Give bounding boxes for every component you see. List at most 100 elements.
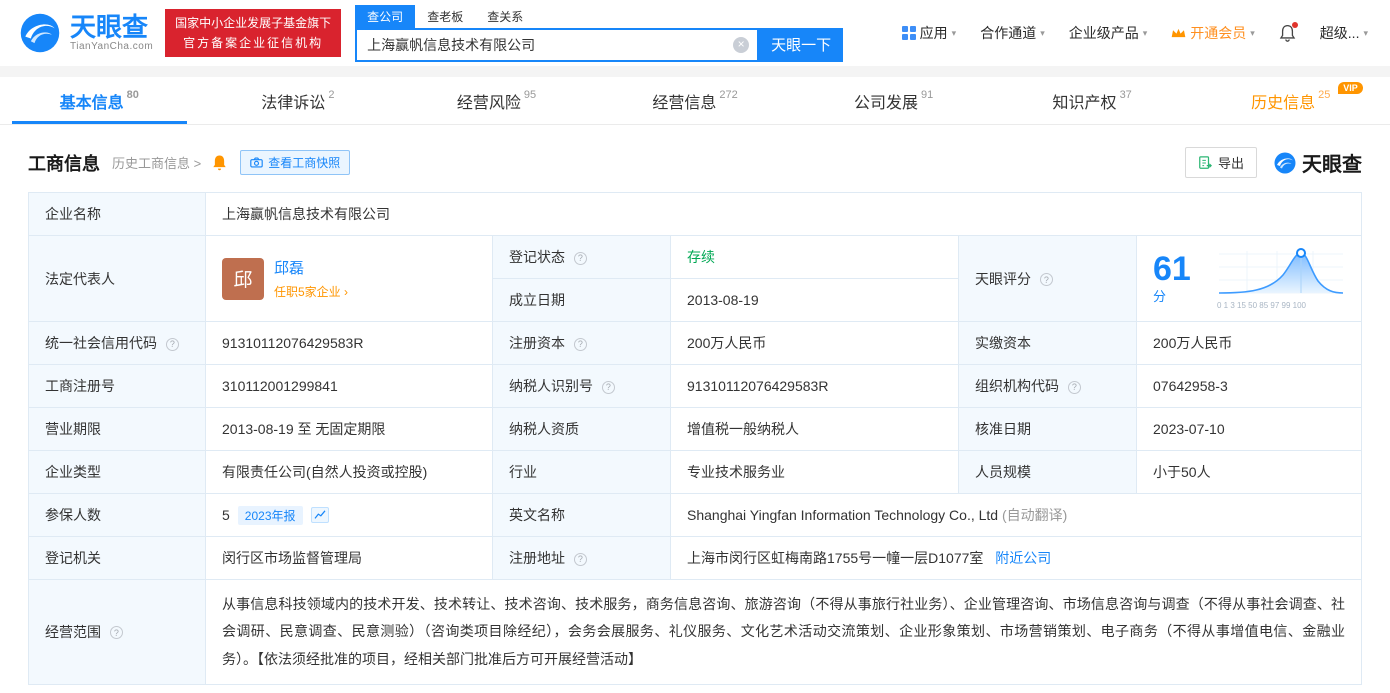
value-org-code: 07642958-3	[1136, 364, 1362, 408]
tianyancha-logo[interactable]: 天眼查 TianYanCha.com	[18, 11, 153, 55]
field-label: 营业期限	[45, 421, 101, 437]
nav-open-membership-label: 开通会员	[1190, 25, 1247, 41]
chevron-right-icon: >	[193, 156, 202, 171]
nav-user-label: 超级...	[1319, 25, 1360, 41]
snapshot-button[interactable]: 查看工商快照	[240, 150, 351, 175]
tab-label: 公司发展	[853, 94, 918, 112]
search-input[interactable]	[367, 36, 734, 53]
legal-rep-note-label: 任职5家企业	[274, 285, 341, 299]
tab-history-info[interactable]: VIP 历史信息 25	[1191, 77, 1390, 124]
field-label: 核准日期	[975, 421, 1031, 437]
nearby-companies-link[interactable]: 附近公司	[995, 550, 1051, 566]
value-company-name: 上海赢帆信息技术有限公司	[205, 192, 1362, 236]
search-tabs: 查公司 查老板 查关系	[355, 4, 843, 28]
search-block: 查公司 查老板 查关系 × 天眼一下	[355, 4, 844, 62]
tab-label: 经营信息	[652, 94, 717, 112]
search-tab-relation[interactable]: 查关系	[475, 5, 535, 28]
help-icon[interactable]: ?	[1067, 380, 1081, 394]
export-button[interactable]: 导出	[1184, 147, 1257, 178]
score-value: 61	[1153, 250, 1191, 288]
tab-intellectual-property[interactable]: 知识产权 37	[993, 77, 1192, 124]
value-reg-status: 存续	[670, 235, 959, 279]
help-icon[interactable]: ?	[573, 251, 587, 265]
legal-rep-avatar[interactable]: 邱	[222, 257, 264, 300]
help-icon[interactable]: ?	[573, 337, 587, 351]
header-separator	[0, 66, 1390, 77]
label-paid-capital: 实缴资本	[958, 321, 1137, 365]
chevron-down-icon: ▾	[1040, 27, 1045, 38]
table-row: 营业期限 2013-08-19 至 无固定期限 纳税人资质 增值税一般纳税人 核…	[28, 407, 1362, 451]
tab-label: 法律诉讼	[261, 94, 326, 112]
export-icon	[1199, 155, 1212, 169]
field-label: 登记状态	[509, 249, 565, 265]
brand-watermark-label: 天眼查	[1302, 154, 1362, 176]
tab-label: 历史信息	[1251, 94, 1316, 112]
section-title: 工商信息	[28, 153, 100, 174]
tab-count: 2	[328, 88, 335, 101]
value-taxpayer-quality: 增值税一般纳税人	[670, 407, 959, 451]
clear-icon[interactable]: ×	[733, 36, 750, 53]
vip-badge: VIP	[1338, 82, 1363, 94]
line-chart-icon	[314, 510, 325, 519]
label-company-name: 企业名称	[28, 192, 206, 236]
value-establish-date: 2013-08-19	[670, 278, 959, 322]
table-row: 经营范围 ? 从事信息科技领域内的技术开发、技术转让、技术咨询、技术服务，商务信…	[28, 579, 1362, 685]
label-english-name: 英文名称	[492, 493, 671, 537]
table-row: 企业名称 上海赢帆信息技术有限公司	[28, 192, 1362, 236]
chevron-down-icon: ▾	[1142, 27, 1148, 38]
score-chart[interactable]: 0 1 3 15 50 85 97 99 100	[1217, 247, 1345, 310]
logo-domain: TianYanCha.com	[70, 41, 154, 53]
search-tab-boss[interactable]: 查老板	[415, 5, 475, 28]
value-english-name: Shanghai Yingfan Information Technology …	[670, 493, 1362, 537]
label-reg-authority: 登记机关	[28, 536, 206, 580]
business-info-table: 企业名称 上海赢帆信息技术有限公司 法定代表人 邱 邱磊 任职5家企业 › 登记…	[28, 192, 1362, 685]
annual-report-tag[interactable]: 2023年报	[237, 505, 303, 525]
notification-dot	[1291, 22, 1298, 28]
table-row: 法定代表人 邱 邱磊 任职5家企业 › 登记状态 ? 存续 天眼评分 ? 61 …	[28, 235, 1362, 322]
monitor-bell-button[interactable]	[211, 154, 228, 171]
label-credit-code: 统一社会信用代码 ?	[28, 321, 206, 365]
help-icon[interactable]: ?	[165, 337, 179, 351]
search-tab-company[interactable]: 查公司	[355, 4, 416, 28]
nav-partnership-label: 合作通道	[980, 25, 1037, 41]
help-icon[interactable]: ?	[573, 552, 587, 566]
label-reg-status: 登记状态 ?	[492, 235, 671, 279]
tab-label: 经营风险	[456, 94, 521, 112]
nav-enterprise-products[interactable]: 企业级产品 ▾	[1069, 23, 1148, 43]
tab-legal-litigation[interactable]: 法律诉讼 2	[199, 77, 398, 124]
tab-business-info[interactable]: 经营信息 272	[596, 77, 795, 124]
nav-partnership[interactable]: 合作通道 ▾	[980, 23, 1045, 43]
bell-icon	[213, 155, 226, 171]
label-reg-address: 注册地址 ?	[492, 536, 671, 580]
nav-open-membership[interactable]: 开通会员 ▾	[1171, 23, 1255, 43]
tab-operation-risk[interactable]: 经营风险 95	[397, 77, 596, 124]
trend-chart-icon[interactable]	[310, 507, 329, 523]
tab-company-development[interactable]: 公司发展 91	[794, 77, 993, 124]
section-right-tools: 导出 天眼查	[1184, 147, 1362, 178]
field-label: 人员规模	[975, 464, 1031, 480]
history-business-info-link[interactable]: 历史工商信息 >	[112, 153, 201, 172]
address-text: 上海市闵行区虹梅南路1755号一幢一层D1077室	[687, 550, 984, 566]
help-icon[interactable]: ?	[601, 380, 615, 394]
tianyancha-wave-icon	[1274, 152, 1296, 173]
reg-status-value: 存续	[687, 249, 715, 265]
tab-count: 272	[719, 88, 738, 101]
tab-basic-info[interactable]: 基本信息 80	[0, 77, 199, 124]
nav-notifications[interactable]	[1279, 22, 1298, 42]
value-credit-code: 91310112076429583R	[205, 321, 493, 365]
score-unit: 分	[1153, 289, 1167, 304]
label-business-term: 营业期限	[28, 407, 206, 451]
help-icon[interactable]: ?	[109, 626, 123, 640]
table-row: 参保人数 5 2023年报 英文名称 Shanghai Yingfan Info…	[28, 493, 1362, 537]
help-icon[interactable]: ?	[1039, 273, 1053, 286]
crown-icon	[1171, 28, 1186, 38]
search-button[interactable]: 天眼一下	[759, 27, 844, 62]
nav-apps[interactable]: 应用 ▾	[901, 23, 956, 43]
nav-user-menu[interactable]: 超级... ▾	[1320, 23, 1368, 43]
legal-rep-companies-link[interactable]: 任职5家企业 ›	[274, 283, 348, 300]
field-label: 企业名称	[45, 206, 101, 222]
value-taxpayer-id: 91310112076429583R	[670, 364, 959, 408]
english-name-text: Shanghai Yingfan Information Technology …	[687, 507, 999, 523]
legal-rep-name-link[interactable]: 邱磊	[274, 257, 348, 278]
label-taxpayer-id: 纳税人识别号 ?	[492, 364, 671, 408]
